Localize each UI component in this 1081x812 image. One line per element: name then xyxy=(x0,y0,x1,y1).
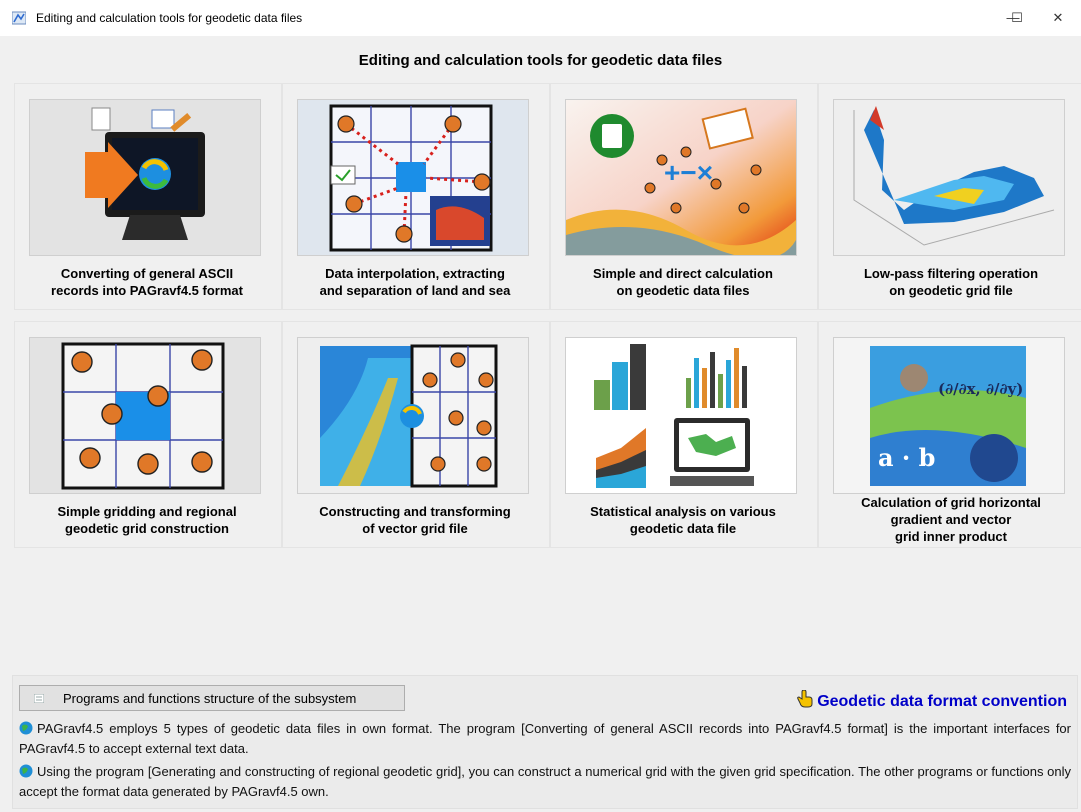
format-convention-label: Geodetic data format convention xyxy=(817,693,1067,710)
tool-label: Data interpolation, extracting and separ… xyxy=(319,265,511,298)
structure-icon xyxy=(34,694,44,703)
window-title: Editing and calculation tools for geodet… xyxy=(36,11,303,25)
tool-vector-grid[interactable]: Constructing and transforming of vector … xyxy=(282,321,550,548)
globe-icon xyxy=(19,764,33,778)
programs-structure-button[interactable]: Programs and functions structure of the … xyxy=(19,685,405,711)
tool-label: Converting of general ASCII records into… xyxy=(51,265,243,298)
tool-label: Simple gridding and regional geodetic gr… xyxy=(57,503,237,536)
tool-label: Constructing and transforming of vector … xyxy=(319,503,511,536)
app-icon xyxy=(11,11,27,25)
close-button[interactable]: ✕ xyxy=(1035,0,1081,36)
tool-gradient-product[interactable]: (∂/∂x, ∂/∂y) a · b Calculation of grid h… xyxy=(818,321,1081,548)
globe-icon xyxy=(19,721,33,735)
tool-gridding[interactable]: Simple gridding and regional geodetic gr… xyxy=(14,321,282,548)
programs-structure-label: Programs and functions structure of the … xyxy=(63,691,357,706)
format-convention-link[interactable]: Geodetic data format convention xyxy=(797,690,1067,711)
tool-label: Calculation of grid horizontal gradient … xyxy=(861,495,1041,544)
vector-grid-image xyxy=(297,337,529,494)
gradient-product-image: (∂/∂x, ∂/∂y) a · b xyxy=(833,337,1065,494)
info-panel: Programs and functions structure of the … xyxy=(12,675,1078,809)
interpolation-image xyxy=(297,99,529,256)
tool-label: Low-pass filtering operation on geodetic… xyxy=(863,265,1039,298)
statistics-image xyxy=(565,337,797,494)
info-paragraph-1-text: PAGravf4.5 employs 5 types of geodetic d… xyxy=(19,721,1071,756)
maximize-icon: ☐ xyxy=(1011,10,1023,25)
gradient-formula: (∂/∂x, ∂/∂y) xyxy=(938,380,1023,398)
tool-ascii-convert[interactable]: Converting of general ASCII records into… xyxy=(14,83,282,310)
calculation-image: +−× xyxy=(565,99,797,256)
info-paragraph-2: Using the program [Generating and constr… xyxy=(19,762,1071,802)
info-paragraph-2-text: Using the program [Generating and constr… xyxy=(19,764,1071,799)
dot-product-formula: a · b xyxy=(878,443,935,472)
tool-label: Simple and direct calculation on geodeti… xyxy=(593,265,773,298)
svg-text:+−×: +−× xyxy=(664,157,713,188)
tool-statistics[interactable]: Statistical analysis on various geodetic… xyxy=(550,321,818,548)
tool-interpolation[interactable]: Data interpolation, extracting and separ… xyxy=(282,83,550,310)
tool-calculation[interactable]: +−× Simple and direct calculation on geo… xyxy=(550,83,818,310)
lowpass-filter-image xyxy=(833,99,1065,256)
tool-label: Statistical analysis on various geodetic… xyxy=(590,503,776,536)
maximize-button-glyph[interactable]: ☐ xyxy=(994,0,1040,36)
tool-grid: Converting of general ASCII records into… xyxy=(14,83,1081,567)
tool-lowpass-filter[interactable]: Low-pass filtering operation on geodetic… xyxy=(818,83,1081,310)
ascii-convert-image xyxy=(29,99,261,256)
info-paragraph-1: PAGravf4.5 employs 5 types of geodetic d… xyxy=(19,719,1071,759)
title-bar: Editing and calculation tools for geodet… xyxy=(0,0,1081,36)
close-icon: ✕ xyxy=(1052,10,1064,25)
gridding-image xyxy=(29,337,261,494)
page-heading: Editing and calculation tools for geodet… xyxy=(358,52,723,69)
hand-pointer-icon xyxy=(797,690,813,708)
